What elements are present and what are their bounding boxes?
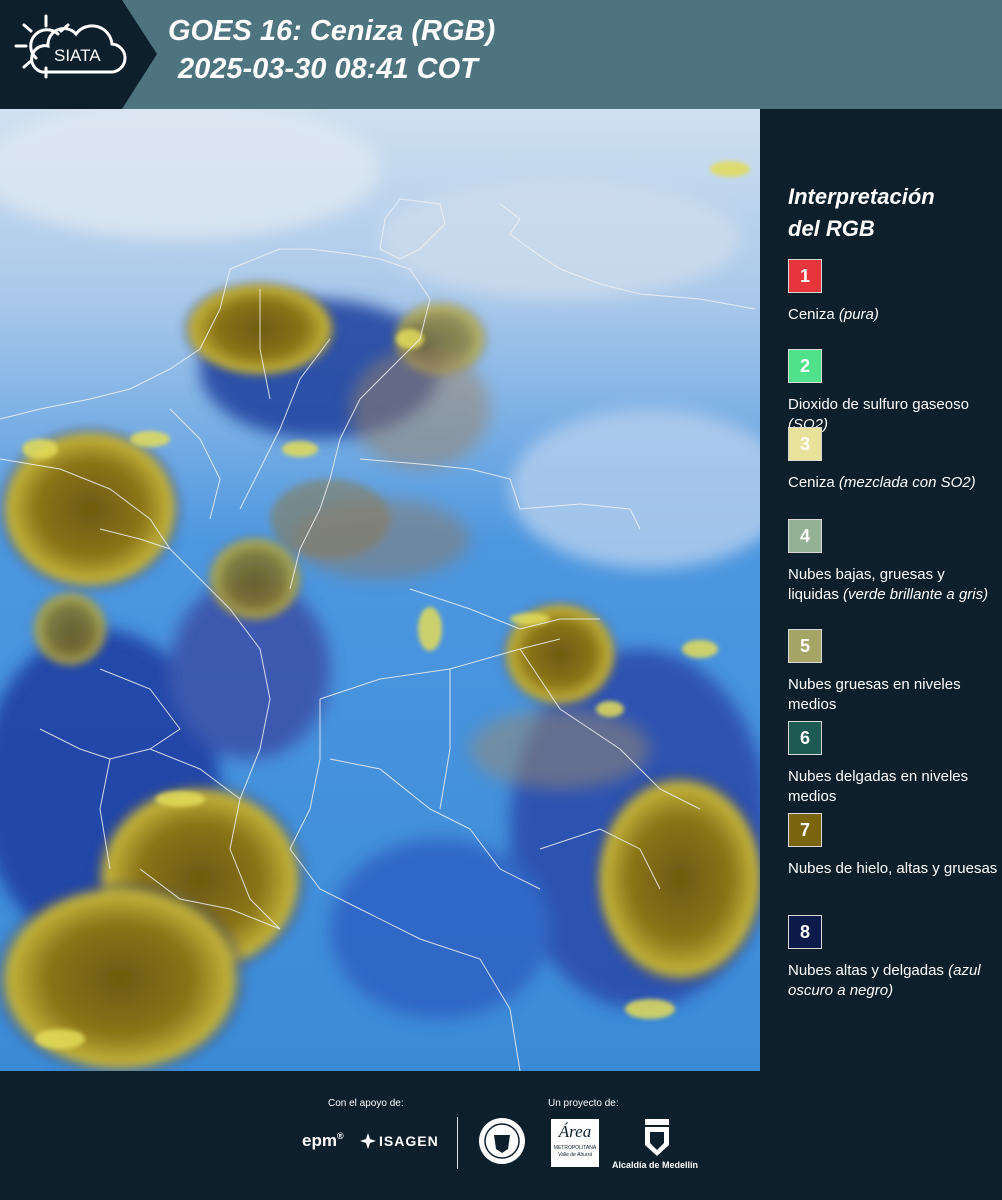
legend-label-text: Nubes de hielo, altas y gruesas	[788, 860, 998, 877]
legend-label: Nubes gruesas en niveles medios	[788, 675, 998, 715]
satellite-image	[0, 109, 760, 1071]
isagen-logo: ISAGEN	[360, 1133, 439, 1149]
area-logo-title: Área	[558, 1122, 592, 1141]
legend-item: 1 Ceniza (pura)	[788, 259, 998, 325]
title-product: GOES 16: Ceniza (RGB)	[168, 15, 496, 47]
isagen-logo-text: ISAGEN	[379, 1133, 439, 1149]
isagen-icon	[360, 1133, 376, 1149]
legend-swatch: 2	[788, 349, 822, 383]
legend-label-text: Dioxido de sulfuro gaseoso	[788, 396, 969, 413]
area-metropolitana-logo: Área METROPOLITANA Valle de Aburrá	[551, 1119, 599, 1167]
support-label: Con el apoyo de:	[328, 1098, 404, 1109]
legend-item: 4 Nubes bajas, gruesas y liquidas (verde …	[788, 519, 998, 605]
legend-label-note: (pura)	[838, 306, 879, 323]
legend-label-note: (verde brillante a gris)	[843, 586, 989, 603]
medellin-crest-icon	[645, 1119, 669, 1156]
footer-divider	[457, 1117, 458, 1169]
legend-label: Nubes altas y delgadas (azul oscuro a ne…	[788, 961, 998, 1001]
legend-panel: Interpretación del RGB 1 Ceniza (pura) 2 Di…	[770, 109, 1002, 1071]
satellite-rgb-render	[0, 109, 760, 1071]
legend-swatch: 5	[788, 629, 822, 663]
legend-label-note: (mezclada con SO2)	[838, 474, 976, 491]
legend-swatch: 1	[788, 259, 822, 293]
epm-logo: epm®	[302, 1131, 344, 1150]
legend-label-text: Nubes delgadas en niveles medios	[788, 768, 969, 805]
legend-title-line1: Interpretación	[788, 184, 935, 209]
legend-label: Ceniza (pura)	[788, 305, 998, 325]
alcaldia-label: Alcaldía de Medellín	[612, 1160, 699, 1170]
epm-logo-text: epm	[302, 1131, 337, 1150]
legend-label: Nubes delgadas en niveles medios	[788, 767, 998, 807]
legend-title-line2: del RGB	[788, 216, 875, 241]
title-datetime: 2025-03-30 08:41 COT	[178, 53, 478, 85]
legend-item: 5 Nubes gruesas en niveles medios	[788, 629, 998, 715]
legend-label-text: Ceniza	[788, 306, 835, 323]
legend-title: Interpretación del RGB	[788, 181, 935, 245]
legend-label: Nubes de hielo, altas y gruesas	[788, 859, 998, 879]
footer: Con el apoyo de: Un proyecto de: epm® IS…	[0, 1071, 1002, 1200]
siata-logo-panel: SIATA	[0, 0, 157, 109]
legend-label-text: Nubes altas y delgadas	[788, 962, 944, 979]
legend-item: 7 Nubes de hielo, altas y gruesas	[788, 813, 998, 879]
header-bar: SIATA GOES 16: Ceniza (RGB) 2025-03-30 0…	[0, 0, 1002, 109]
legend-label: Nubes bajas, gruesas y liquidas (verde b…	[788, 565, 998, 605]
area-logo-sub2: Valle de Aburrá	[557, 1152, 593, 1158]
legend-swatch: 4	[788, 519, 822, 553]
area-logo-sub1: METROPOLITANA	[553, 1145, 597, 1151]
legend-swatch: 3	[788, 427, 822, 461]
legend-item: 3 Ceniza (mezclada con SO2)	[788, 427, 998, 493]
legend-swatch: 6	[788, 721, 822, 755]
legend-label-text: Nubes gruesas en niveles medios	[788, 676, 961, 713]
page-title: GOES 16: Ceniza (RGB) 2025-03-30 08:41 C…	[168, 12, 495, 88]
project-label: Un proyecto de:	[548, 1098, 619, 1109]
legend-label: Ceniza (mezclada con SO2)	[788, 473, 998, 493]
legend-item: 6 Nubes delgadas en niveles medios	[788, 721, 998, 807]
legend-item: 8 Nubes altas y delgadas (azul oscuro a n…	[788, 915, 998, 1001]
legend-swatch: 8	[788, 915, 822, 949]
legend-swatch: 7	[788, 813, 822, 847]
antioquia-seal-icon	[479, 1118, 525, 1164]
siata-logo-text: SIATA	[54, 46, 101, 65]
legend-item: 2 Dioxido de sulfuro gaseoso (SO2)	[788, 349, 998, 435]
legend-label-text: Ceniza	[788, 474, 835, 491]
